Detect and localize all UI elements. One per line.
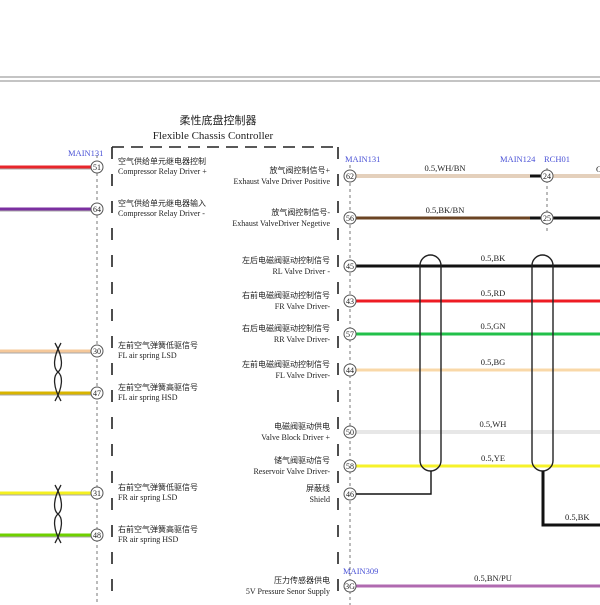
wire-spec-label: 0.5,BG: [481, 357, 506, 367]
pin-number: 57: [346, 330, 354, 339]
pin-label-en: FR Valve Driver-: [275, 302, 331, 311]
pin-label-cn: 左后电磁阀驱动控制信号: [242, 255, 330, 265]
pin-number: 62: [346, 172, 354, 181]
left-wire-64: 64 空气供给单元继电器输入Compressor Relay Driver -: [0, 198, 206, 218]
right-wire-45: 左后电磁阀驱动控制信号 RL Valve Driver - 45 0.5,BK: [242, 253, 600, 276]
pin-label-cn: 右后电磁阀驱动控制信号: [242, 323, 330, 333]
pin-label-cn: 空气供给单元继电器控制: [118, 156, 206, 166]
pin-number: 51: [93, 163, 101, 172]
pin-number: 46: [346, 490, 354, 499]
far-pin-25-label: 25: [543, 214, 551, 223]
connector-label-right-top: MAIN131: [345, 154, 380, 164]
right-wire-50: 电磁阀驱动供电 Valve Block Driver + 50 0.5,WH: [261, 419, 600, 442]
pin-label-en: FR air spring LSD: [118, 493, 178, 502]
pin-label-cn: 左前电磁阀驱动控制信号: [242, 359, 330, 369]
pin-label-cn: 空气供给单元继电器输入: [118, 198, 206, 208]
right-wire-58: 储气阀驱动信号 Reservoir Valve Driver- 58 0.5,YE: [253, 453, 600, 476]
pin-label-cn: 放气阀控制信号-: [271, 207, 330, 217]
right-wire-62: 放气阀控制信号+ Exhaust Valve Driver Positive 62 0…: [233, 163, 541, 186]
pin-number: 56: [346, 214, 354, 223]
pin-number: 58: [346, 462, 354, 471]
pin-number: 47: [93, 389, 101, 398]
connector-label-rch01: RCH01: [544, 154, 570, 164]
right-wire-57: 右后电磁阀驱动控制信号 RR Valve Driver- 57 0.5,GN: [242, 321, 600, 344]
controller-title-cn: 柔性底盘控制器: [180, 113, 257, 127]
controller-title-en: Flexible Chassis Controller: [153, 130, 274, 142]
pin-label-en: RL Valve Driver -: [272, 267, 330, 276]
pin-label-cn: 储气阀驱动信号: [274, 455, 330, 465]
shield-oval-left: [419, 254, 442, 472]
right-wire-3G: 压力传感器供电 5V Pressure Senor Supply 3G 0.5,BN/…: [246, 573, 600, 596]
right-wire-43: 右前电磁阀驱动控制信号 FR Valve Driver- 43 0.5,RD: [242, 288, 600, 311]
pin-number: 48: [93, 531, 101, 540]
connector-label-main124: MAIN124: [500, 154, 536, 164]
pin-number: 3G: [345, 582, 355, 591]
pin-label-cn: 放气阀控制信号+: [269, 165, 330, 175]
wire-spec-label: 0.5,GN: [480, 321, 505, 331]
pin-label-en: Shield: [310, 495, 330, 504]
pin-number: 31: [93, 489, 101, 498]
wire-spec-label: 0.5,WH/BN: [424, 163, 465, 173]
pin-label-en: FL air spring LSD: [118, 351, 177, 360]
left-wire-30: 30 左前空气弹簧低驱信号FL air spring LSD: [0, 340, 198, 360]
connector-label-main309: MAIN309: [343, 566, 378, 576]
wire-spec-label: 0.5,YE: [481, 453, 505, 463]
pin-label-en: Exhaust ValveDriver Negetive: [232, 219, 330, 228]
pin-number: 50: [346, 428, 354, 437]
pin-number: 44: [346, 366, 354, 375]
right-wire-46: 屏蔽线 Shield 46: [306, 483, 357, 504]
pin-label-en: Compressor Relay Driver +: [118, 167, 207, 176]
pin-number: 43: [346, 297, 354, 306]
pin-label-cn: 右前空气弹簧低驱信号: [118, 482, 198, 492]
pin-label-cn: 电磁阀驱动供电: [274, 421, 330, 431]
pin-label-cn: 右前电磁阀驱动控制信号: [242, 290, 330, 300]
wire-24-out-label: C: [596, 164, 600, 174]
far-pin-25: 25: [540, 211, 554, 225]
wire-spec-label: 0.5,BK/BN: [426, 205, 465, 215]
wire-spec-label: 0.5,RD: [481, 288, 506, 298]
wire-spec-label: 0.5,BK: [481, 253, 506, 263]
pin-label-en: Valve Block Driver +: [261, 433, 330, 442]
pin-number: 45: [346, 262, 354, 271]
left-wire-51: 51 空气供给单元继电器控制Compressor Relay Driver +: [0, 156, 207, 176]
shield-wire-label: 0.5,BK: [565, 512, 590, 522]
shield-drain-wire: [356, 471, 432, 495]
right-wire-56: 放气阀控制信号- Exhaust ValveDriver Negetive 56 0.…: [232, 205, 541, 228]
pin-label-en: Exhaust Valve Driver Positive: [233, 177, 330, 186]
pin-label-en: Compressor Relay Driver -: [118, 209, 205, 218]
wiring-diagram: 柔性底盘控制器 Flexible Chassis Controller MAIN…: [0, 76, 600, 605]
wire-spec-label: 0.5,WH: [480, 419, 507, 429]
pin-label-en: FL air spring HSD: [118, 393, 178, 402]
pin-label-en: FL Valve Driver-: [276, 371, 331, 380]
left-wire-47: 47 左前空气弹簧高驱信号FL air spring HSD: [0, 382, 198, 402]
pin-number: 30: [93, 347, 101, 356]
pin-label-en: 5V Pressure Senor Supply: [246, 587, 330, 596]
wire-spec-label: 0.5,BN/PU: [474, 573, 512, 583]
pin-label-cn: 压力传感器供电: [274, 575, 330, 585]
pin-label-cn: 左前空气弹簧低驱信号: [118, 340, 198, 350]
pin-number: 64: [93, 205, 101, 214]
right-wires-group: 放气阀控制信号+ Exhaust Valve Driver Positive 62 0…: [232, 163, 600, 596]
right-wire-44: 左前电磁阀驱动控制信号 FL Valve Driver- 44 0.5,BG: [242, 357, 600, 380]
left-wires-group: 51 空气供给单元继电器控制Compressor Relay Driver + 64…: [0, 156, 207, 544]
pin-label-cn: 左前空气弹簧高驱信号: [118, 382, 198, 392]
left-wire-48: 48 右前空气弹簧高驱信号FR air spring HSD: [0, 524, 198, 544]
shield-oval-right: [531, 254, 554, 472]
pin-label-en: RR Valve Driver-: [274, 335, 330, 344]
pin-label-en: FR air spring HSD: [118, 535, 178, 544]
pin-label-cn: 屏蔽线: [306, 483, 330, 493]
pin-label-cn: 右前空气弹簧高驱信号: [118, 524, 198, 534]
connector-label-left: MAIN131: [68, 148, 103, 158]
far-pin-24: 24: [540, 169, 554, 183]
pin-label-en: Reservoir Valve Driver-: [253, 467, 330, 476]
left-wire-31: 31 右前空气弹簧低驱信号FR air spring LSD: [0, 482, 198, 502]
far-pin-24-label: 24: [543, 172, 551, 181]
